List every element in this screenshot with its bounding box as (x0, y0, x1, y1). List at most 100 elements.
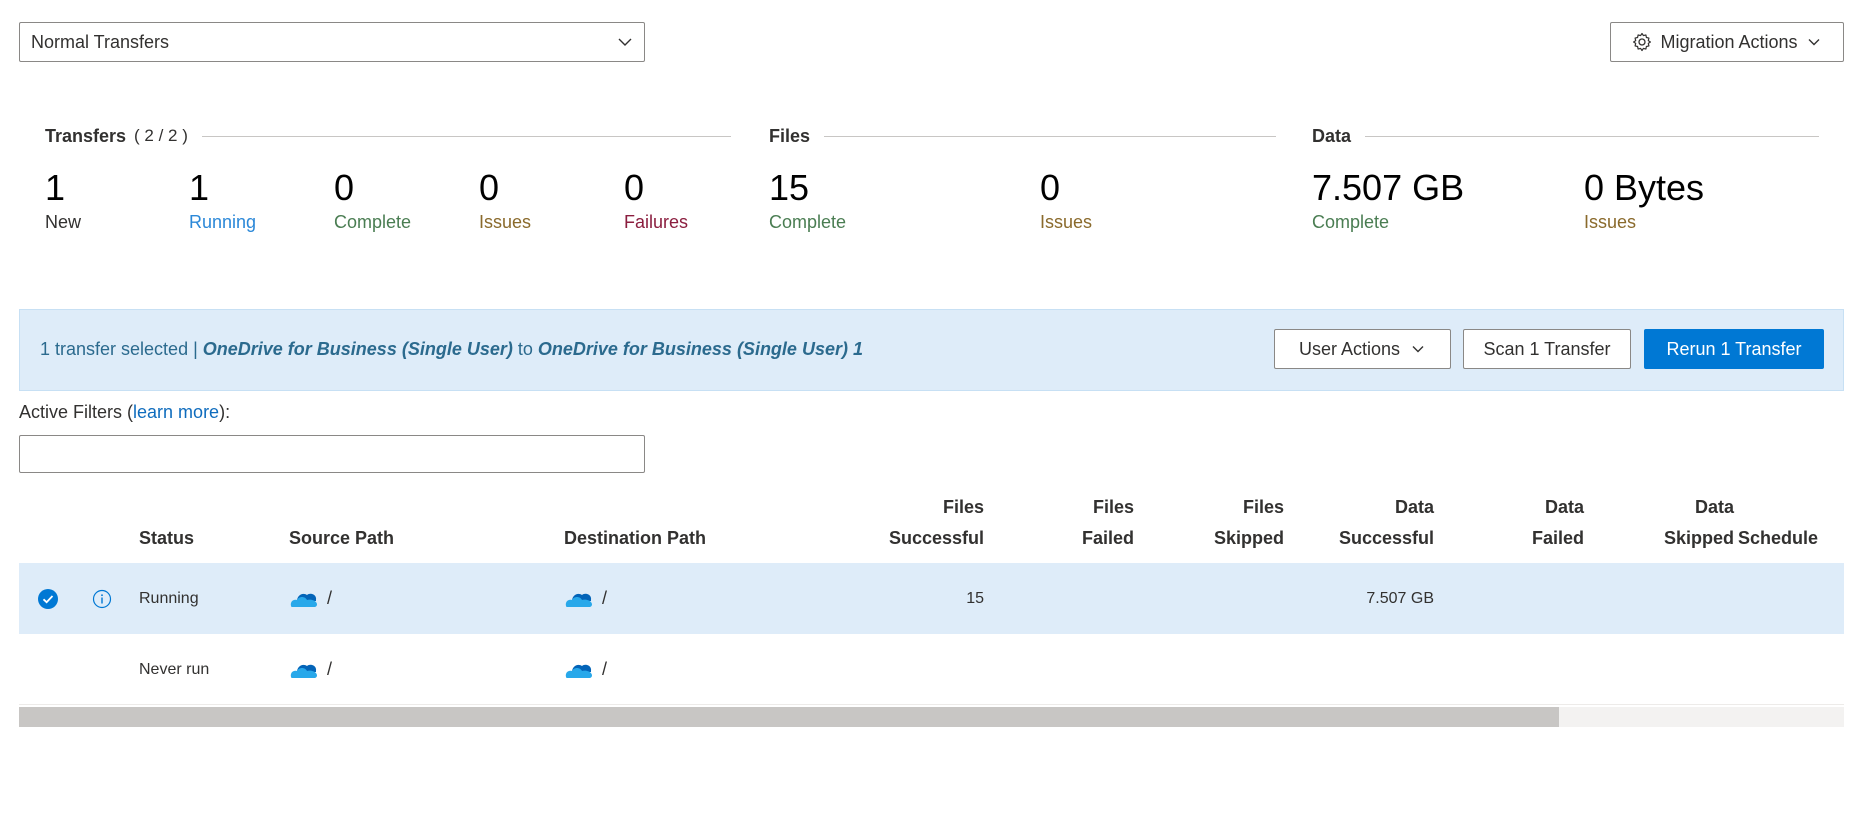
stat-transfers-failures: 0 Failures (624, 168, 688, 233)
onedrive-cloud-icon (565, 593, 592, 607)
divider (201, 135, 731, 137)
column-header-schedule[interactable]: Schedule (1738, 523, 1818, 554)
path-text: / (327, 659, 333, 679)
active-filters-text: Active Filters (19, 402, 123, 422)
column-header-data-skipped[interactable]: Data Skipped (1584, 492, 1734, 554)
row-files-successful (839, 634, 984, 705)
active-filters-label: Active Filters (learn more): (19, 402, 230, 423)
path-text: / (327, 588, 333, 608)
stat-value: 15 (769, 167, 810, 208)
stat-label: Issues (1584, 212, 1637, 232)
stat-transfers-running: 1 Running (189, 168, 256, 233)
selection-destination: OneDrive for Business (Single User) 1 (537, 339, 863, 359)
scan-transfer-label: Scan 1 Transfer (1483, 338, 1611, 359)
info-icon (92, 589, 112, 608)
stat-label: Failures (624, 212, 689, 232)
migration-actions-label: Migration Actions (1660, 31, 1798, 52)
stat-value: 7.507 GB (1312, 167, 1465, 208)
data-summary: Data 7.507 GB Complete 0 Bytes Issues (1312, 124, 1819, 232)
chevron-down-icon (618, 38, 632, 46)
selection-count: 1 transfer selected | (40, 339, 203, 359)
stat-value: 1 (189, 167, 210, 208)
row-data-skipped (1584, 563, 1734, 634)
row-files-skipped (1134, 563, 1284, 634)
stat-data-complete: 7.507 GB Complete (1312, 168, 1464, 233)
row-data-successful (1284, 634, 1434, 705)
column-header-destination-path[interactable]: Destination Path (564, 523, 706, 554)
row-info-button[interactable] (92, 563, 122, 634)
files-summary-title: Files (769, 125, 811, 146)
row-source-path: / (289, 634, 332, 705)
row-data-successful: 7.507 GB (1366, 589, 1434, 607)
learn-more-link[interactable]: learn more (133, 402, 219, 422)
column-header-data-failed[interactable]: Data Failed (1434, 492, 1584, 554)
selection-joiner: to (512, 339, 538, 359)
stat-value: 0 (1040, 167, 1061, 208)
header-line: Successful (888, 528, 984, 548)
row-data-skipped (1584, 634, 1734, 705)
header-line: Failed (1531, 528, 1584, 548)
stat-value: 1 (45, 167, 66, 208)
stat-value: 0 (479, 167, 500, 208)
row-destination-path: / (564, 563, 607, 634)
column-header-data-successful[interactable]: Data Successful (1284, 492, 1434, 554)
migration-actions-button[interactable]: Migration Actions (1610, 22, 1844, 62)
rerun-transfer-label: Rerun 1 Transfer (1666, 338, 1802, 359)
selection-source: OneDrive for Business (Single User) (202, 339, 513, 359)
scan-transfer-button[interactable]: Scan 1 Transfer (1463, 329, 1631, 369)
divider (1365, 135, 1819, 137)
column-header-files-skipped[interactable]: Files Skipped (1134, 492, 1284, 554)
selection-bar: 1 transfer selected | OneDrive for Busin… (19, 309, 1844, 391)
data-summary-title: Data (1312, 125, 1352, 146)
active-filters-input[interactable] (19, 435, 645, 473)
stat-value: 0 (624, 167, 645, 208)
stat-value: 0 (334, 167, 355, 208)
row-status: Running (139, 589, 199, 607)
stat-label: Complete (334, 212, 412, 232)
divider (824, 135, 1276, 137)
row-source-path: / (289, 563, 332, 634)
row-files-successful: 15 (966, 589, 984, 607)
path-text: / (602, 659, 608, 679)
stat-transfers-issues: 0 Issues (479, 168, 531, 233)
user-actions-label: User Actions (1298, 338, 1401, 359)
row-files-failed (984, 634, 1134, 705)
stat-value: 0 Bytes (1584, 167, 1705, 208)
table-row[interactable]: Never run / / (19, 634, 1844, 705)
header-line: Data (1544, 497, 1584, 517)
header-line: Files (1092, 497, 1134, 517)
column-header-status[interactable]: Status (139, 523, 194, 554)
user-actions-button[interactable]: User Actions (1274, 329, 1451, 369)
transfers-summary-count: ( 2 / 2 ) (134, 126, 188, 145)
horizontal-scrollbar-thumb[interactable] (19, 707, 1559, 727)
header-line: Failed (1081, 528, 1134, 548)
onedrive-cloud-icon (565, 664, 592, 678)
gear-icon (1633, 32, 1652, 52)
transfer-view-select[interactable]: Normal Transfers (19, 22, 645, 62)
stat-data-issues: 0 Bytes Issues (1584, 168, 1704, 233)
onedrive-cloud-icon (290, 664, 317, 678)
column-header-files-failed[interactable]: Files Failed (984, 492, 1134, 554)
header-line: Data (1694, 497, 1734, 517)
column-header-files-successful[interactable]: Files Successful (839, 492, 984, 554)
transfers-summary: Transfers ( 2 / 2 ) 1 New 1 Running 0 Co… (45, 124, 731, 232)
rerun-transfer-button[interactable]: Rerun 1 Transfer (1644, 329, 1824, 369)
table-row[interactable]: Running / / 15 7.507 GB (19, 563, 1844, 634)
row-status: Never run (139, 660, 210, 678)
column-header-source-path[interactable]: Source Path (289, 523, 394, 554)
stat-label: Complete (769, 212, 847, 232)
row-destination-path: / (564, 634, 607, 705)
stat-transfers-complete: 0 Complete (334, 168, 411, 233)
check-circle-icon (38, 588, 58, 609)
files-summary: Files 15 Complete 0 Issues (769, 124, 1276, 232)
header-line: Successful (1338, 528, 1434, 548)
stat-label: New (45, 212, 82, 232)
chevron-down-icon (1412, 346, 1424, 353)
paren-close: ): (219, 402, 231, 422)
stat-files-complete: 15 Complete (769, 168, 846, 233)
chevron-down-icon (1808, 39, 1820, 46)
header-line: Files (942, 497, 984, 517)
stat-transfers-new: 1 New (45, 168, 81, 233)
paren-open: ( (122, 402, 134, 422)
row-select-checkbox[interactable] (38, 563, 68, 634)
